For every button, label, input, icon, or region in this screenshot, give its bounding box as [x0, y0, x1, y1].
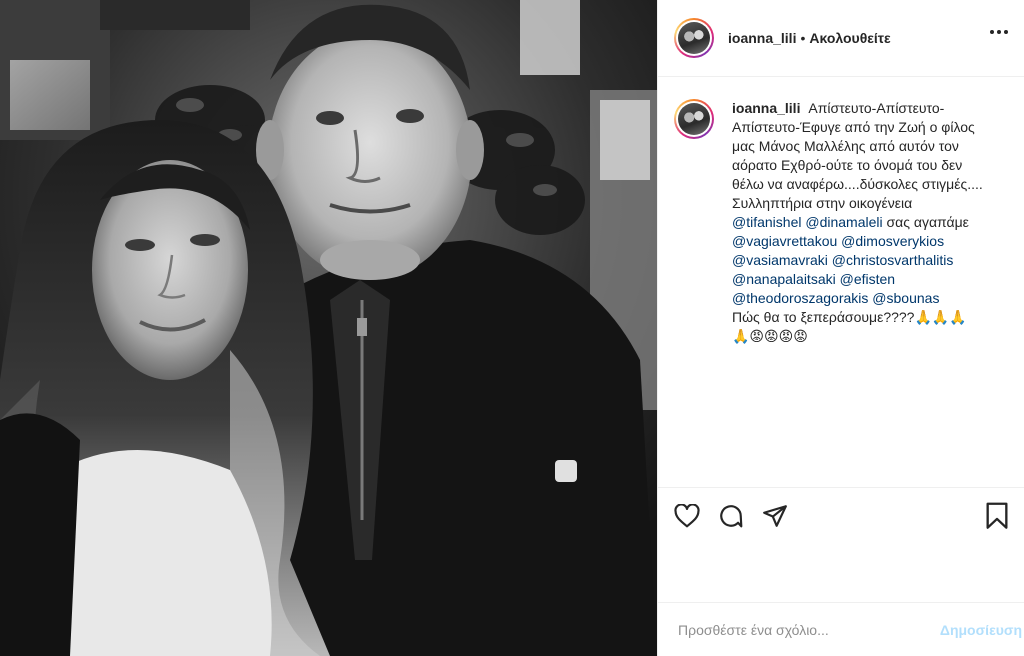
selfie-photo-graphic	[0, 0, 657, 656]
mention-link[interactable]: @tifanishel	[732, 214, 801, 230]
caption-area: ioanna_lili Απίστευτο-Απίστευτο-Απίστευτ…	[658, 77, 1024, 487]
post-photo[interactable]	[0, 0, 657, 656]
mention-link[interactable]: @sbounas	[872, 290, 939, 306]
action-bar	[658, 487, 1024, 543]
instagram-post: ioanna_lili • Ακολουθείτε ioanna_lili Απ…	[0, 0, 1024, 656]
following-button[interactable]: Ακολουθείτε	[809, 30, 890, 46]
mention-link[interactable]: @vagiavrettakou	[732, 233, 837, 249]
header-username[interactable]: ioanna_lili	[728, 30, 796, 46]
caption-text: ioanna_lili Απίστευτο-Απίστευτο-Απίστευτ…	[732, 99, 990, 346]
mention-link[interactable]: @vasiamavraki	[732, 252, 828, 268]
share-icon[interactable]	[762, 503, 788, 529]
caption-body-3: Πώς θα το ξεπεράσουμε????🙏🙏🙏	[732, 309, 967, 325]
comment-icon[interactable]	[718, 503, 744, 529]
post-comment-button[interactable]: Δημοσίευση	[932, 622, 1022, 638]
avatar[interactable]	[678, 22, 710, 54]
mention-link[interactable]: @dinamaleli	[805, 214, 882, 230]
caption-username[interactable]: ioanna_lili	[732, 100, 800, 116]
caption-story-ring[interactable]	[674, 99, 714, 139]
comment-input[interactable]	[678, 621, 932, 638]
separator-dot: •	[800, 30, 806, 46]
mention-link[interactable]: @dimosverykios	[841, 233, 944, 249]
story-ring[interactable]	[674, 18, 714, 58]
bookmark-icon[interactable]	[984, 502, 1010, 529]
post-header: ioanna_lili • Ακολουθείτε	[658, 0, 1024, 77]
caption: ioanna_lili Απίστευτο-Απίστευτο-Απίστευτ…	[674, 99, 1008, 346]
caption-avatar[interactable]	[678, 103, 710, 135]
caption-body-1: Απίστευτο-Απίστευτο-Απίστευτο-Έφυγε από …	[732, 100, 983, 211]
likes-area	[658, 543, 1024, 602]
heart-icon[interactable]	[674, 503, 700, 529]
mention-link[interactable]: @efisten	[840, 271, 895, 287]
mention-link[interactable]: @christosvarthalitis	[832, 252, 954, 268]
more-options-icon[interactable]	[990, 30, 1008, 34]
mention-link[interactable]: @theodoroszagorakis	[732, 290, 868, 306]
mention-link[interactable]: @nanapalaitsaki	[732, 271, 836, 287]
caption-emoji-line: 🙏😡😡😡😡	[732, 328, 808, 344]
comment-bar: Δημοσίευση	[658, 602, 1024, 656]
caption-body-2: σας αγαπάμε	[886, 214, 969, 230]
post-sidebar: ioanna_lili • Ακολουθείτε ioanna_lili Απ…	[657, 0, 1024, 656]
